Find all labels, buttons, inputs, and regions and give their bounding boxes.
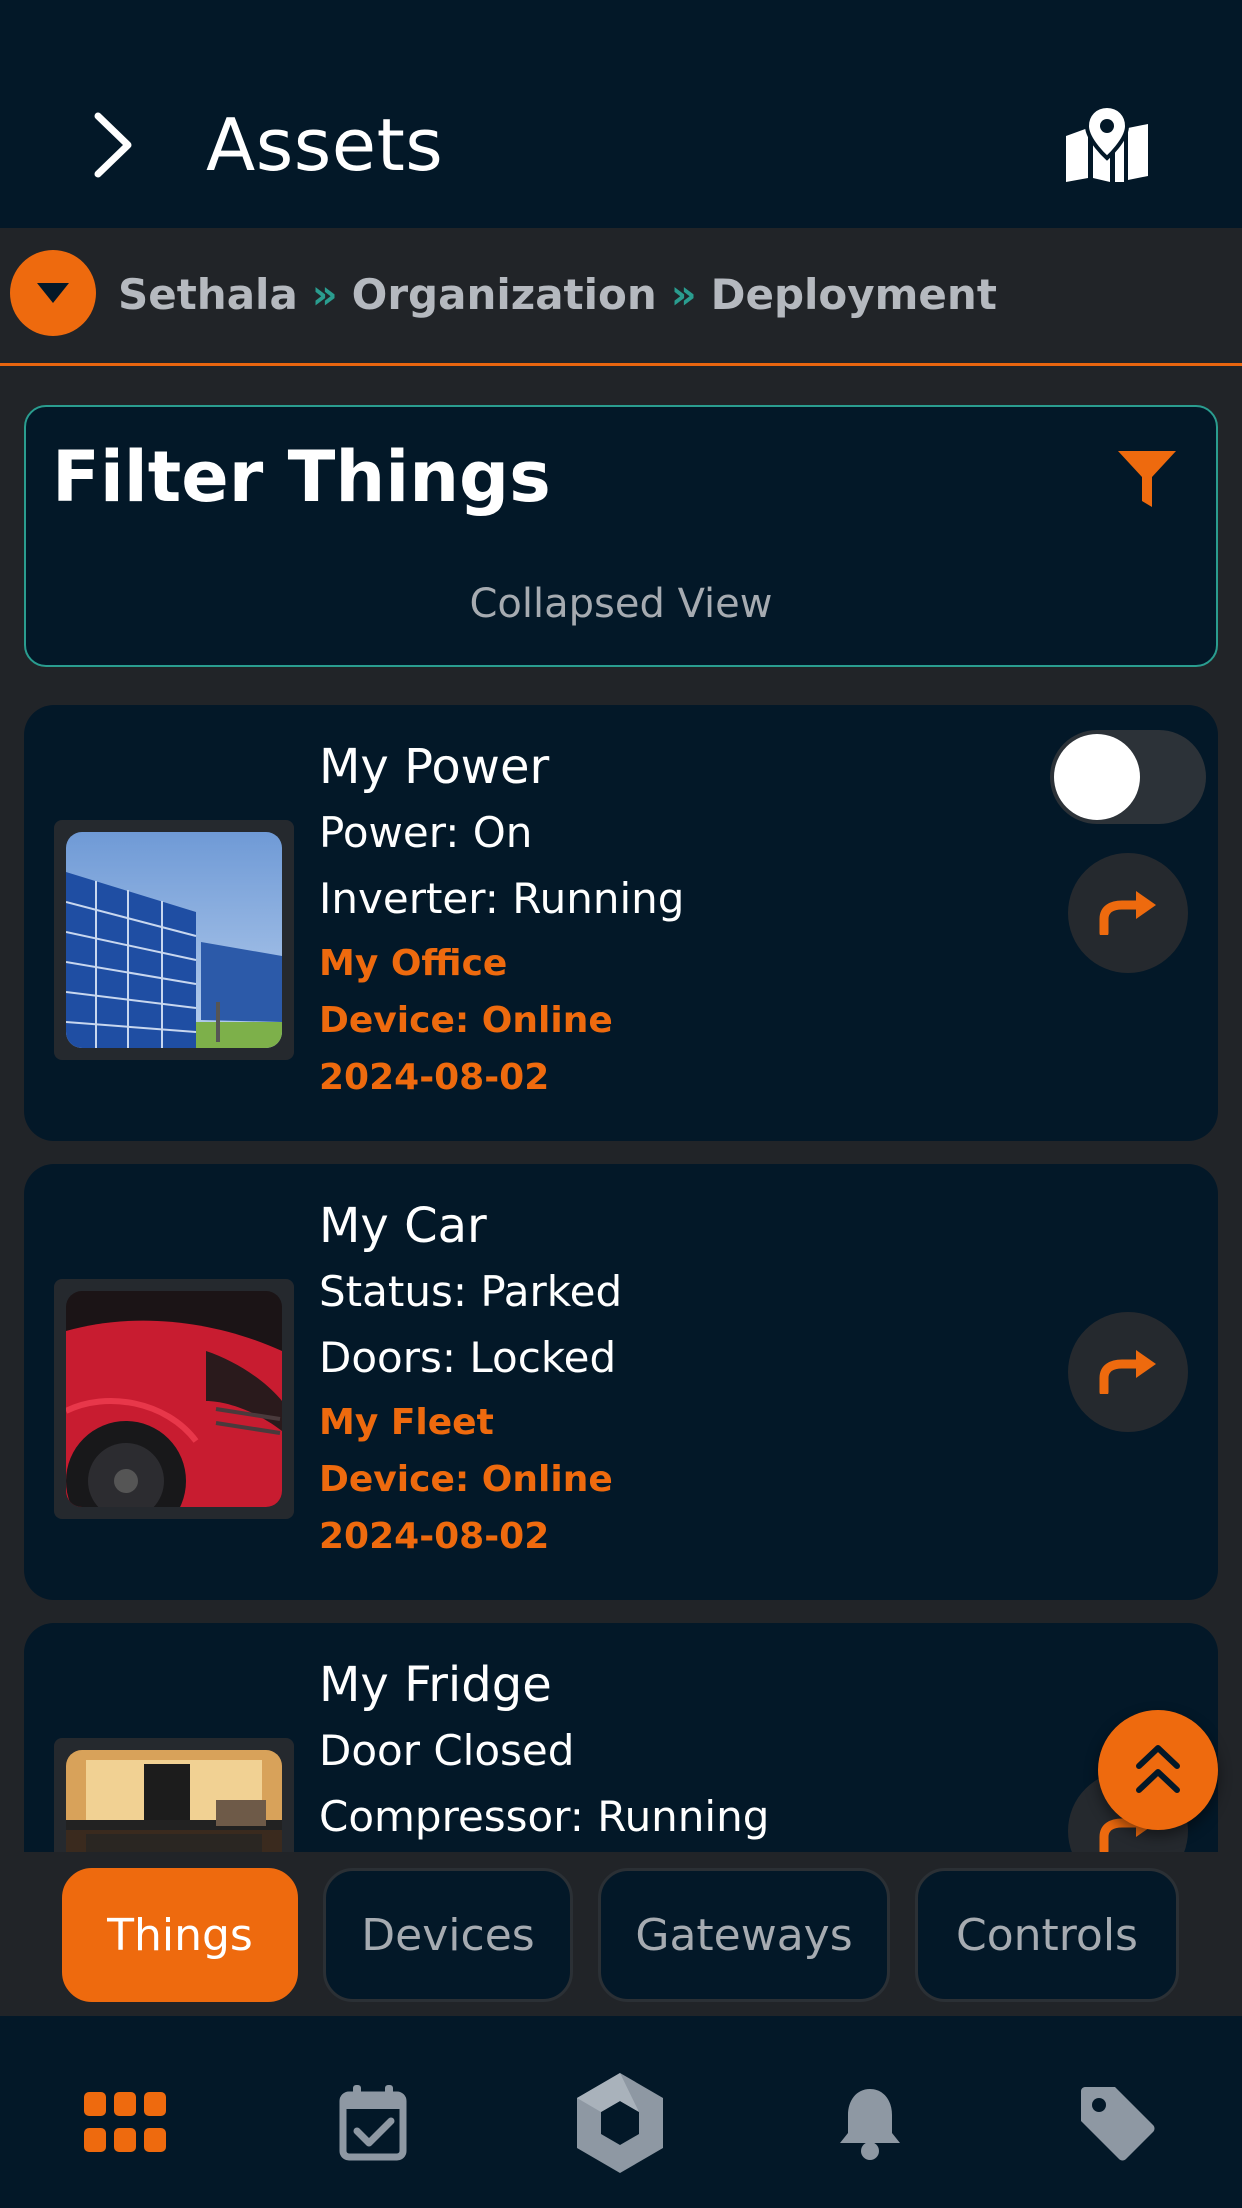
filter-icon[interactable] bbox=[1116, 447, 1178, 511]
double-chevron-up-icon bbox=[1136, 1745, 1180, 1793]
page-title: Assets bbox=[206, 103, 444, 187]
thing-status-line: Inverter: Running bbox=[319, 874, 685, 923]
thing-card-my-power[interactable]: My Power Power: On Inverter: Running My … bbox=[24, 705, 1218, 1141]
breadcrumb-separator-icon: » bbox=[311, 271, 338, 318]
chevron-right-icon[interactable] bbox=[84, 106, 144, 184]
thing-image bbox=[54, 1279, 294, 1519]
bell-icon bbox=[840, 2089, 900, 2160]
thing-status-line: Status: Parked bbox=[319, 1267, 623, 1316]
bottom-navigation bbox=[0, 2016, 1242, 2208]
thing-name: My Car bbox=[319, 1198, 487, 1254]
collapsed-view-label: Collapsed View bbox=[469, 581, 773, 627]
thing-card-my-car[interactable]: My Car Status: Parked Doors: Locked My F… bbox=[24, 1164, 1218, 1600]
thing-date: 2024-08-02 bbox=[319, 1516, 550, 1557]
tab-devices[interactable]: Devices bbox=[323, 1868, 573, 2002]
app-header: Assets bbox=[0, 0, 1242, 228]
grid-icon bbox=[84, 2092, 166, 2152]
thing-card-my-fridge[interactable]: My Fridge Door Closed Compressor: Runnin… bbox=[24, 1623, 1218, 1853]
thing-status-line: Compressor: Running bbox=[319, 1792, 770, 1841]
tab-controls[interactable]: Controls bbox=[915, 1868, 1179, 2002]
thing-image bbox=[54, 820, 294, 1060]
asset-type-tabs: Things Devices Gateways Controls bbox=[0, 1852, 1242, 2016]
nav-home[interactable] bbox=[575, 2068, 665, 2178]
forward-arrow-icon bbox=[1099, 1350, 1156, 1394]
scroll-to-top-button[interactable] bbox=[1098, 1710, 1218, 1830]
calendar-check-icon bbox=[339, 2085, 407, 2161]
tab-gateways[interactable]: Gateways bbox=[598, 1868, 890, 2002]
caret-down-icon bbox=[37, 283, 69, 303]
nav-tasks[interactable] bbox=[328, 2068, 418, 2178]
filter-title: Filter Things bbox=[52, 436, 551, 518]
breadcrumb-dropdown-button[interactable] bbox=[10, 250, 96, 336]
thing-location: My Fleet bbox=[319, 1402, 494, 1443]
thing-image bbox=[54, 1738, 294, 1853]
breadcrumb-item-sethala[interactable]: Sethala bbox=[118, 270, 298, 319]
tab-things[interactable]: Things bbox=[62, 1868, 298, 2002]
toggle-knob bbox=[1054, 734, 1140, 820]
map-icon[interactable] bbox=[1062, 106, 1152, 182]
breadcrumb-item-deployment[interactable]: Deployment bbox=[711, 270, 997, 319]
open-thing-button[interactable] bbox=[1068, 1312, 1188, 1432]
thing-name: My Power bbox=[319, 739, 550, 795]
thing-status-line: Power: On bbox=[319, 808, 533, 857]
hexagon-logo-icon bbox=[577, 2073, 663, 2173]
nav-assets[interactable] bbox=[80, 2068, 170, 2178]
red-car-image bbox=[66, 1291, 282, 1507]
thing-device-status: Device: Online bbox=[319, 1459, 613, 1500]
open-thing-button[interactable] bbox=[1068, 853, 1188, 973]
breadcrumb-item-organization[interactable]: Organization bbox=[352, 270, 657, 319]
thing-name: My Fridge bbox=[319, 1657, 552, 1713]
nav-tags[interactable] bbox=[1072, 2068, 1162, 2178]
filter-panel[interactable]: Filter Things Collapsed View bbox=[24, 405, 1218, 667]
thing-date: 2024-08-02 bbox=[319, 1057, 550, 1098]
nav-notifications[interactable] bbox=[825, 2068, 915, 2178]
breadcrumb-separator-icon: » bbox=[670, 271, 697, 318]
fridge-image bbox=[66, 1750, 282, 1853]
thing-status-line: Door Closed bbox=[319, 1726, 575, 1775]
tag-icon bbox=[1081, 2087, 1155, 2161]
forward-arrow-icon bbox=[1099, 891, 1156, 935]
thing-status-line: Doors: Locked bbox=[319, 1333, 617, 1382]
breadcrumb: Sethala » Organization » Deployment bbox=[0, 228, 1242, 366]
power-toggle[interactable] bbox=[1050, 730, 1206, 824]
thing-device-status: Device: Online bbox=[319, 1000, 613, 1041]
solar-panel-image bbox=[66, 832, 282, 1048]
thing-location: My Office bbox=[319, 943, 508, 984]
